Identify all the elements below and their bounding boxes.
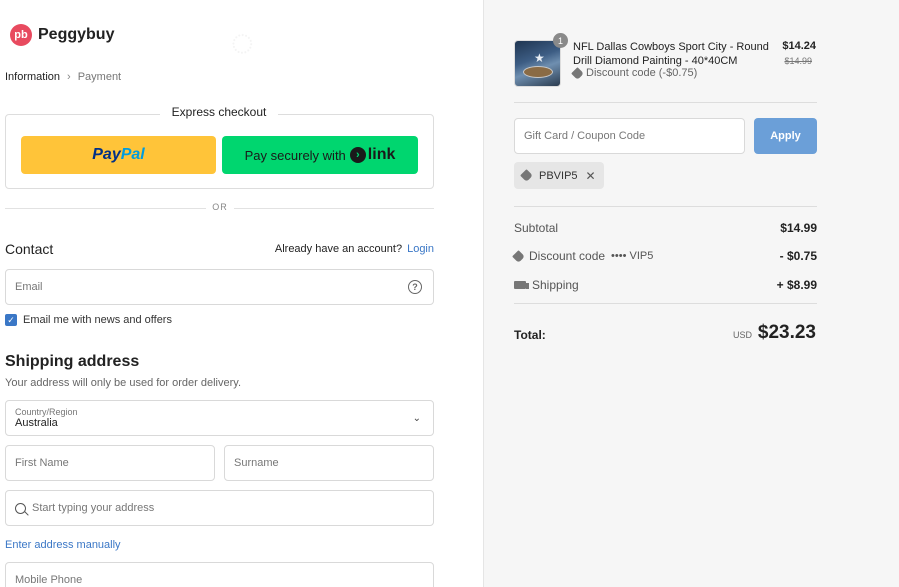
applied-coupon-chip: PBVIP5 ✕	[514, 162, 604, 189]
chevron-down-icon: ⌄	[412, 413, 421, 424]
country-value: Australia	[15, 417, 58, 429]
shipping-label: Shipping	[532, 278, 579, 292]
breadcrumb: Information › Payment	[5, 71, 121, 83]
surname-placeholder: Surname	[234, 457, 279, 469]
email-placeholder: Email	[15, 281, 43, 293]
mobile-phone-placeholder: Mobile Phone	[15, 574, 83, 586]
brand-logo[interactable]: pb Peggybuy	[10, 24, 114, 46]
newsletter-label: Email me with news and offers	[23, 314, 172, 326]
link-logo: › link	[349, 146, 396, 164]
address-search-field[interactable]: Start typing your address	[5, 490, 434, 526]
truck-icon	[514, 281, 529, 289]
price-original: $14.99	[784, 56, 812, 66]
brand-name: Peggybuy	[38, 26, 115, 43]
total-currency: USD	[732, 330, 752, 340]
or-divider-label: OR	[206, 202, 234, 212]
tag-icon	[520, 169, 533, 182]
checkout-form-panel: pb Peggybuy Information › Payment Expres…	[0, 0, 483, 587]
paypal-logo-part2: Pal	[120, 146, 145, 163]
link-pay-label: Pay securely with	[244, 147, 346, 163]
account-prompt: Already have an account?	[274, 243, 403, 255]
divider	[514, 102, 817, 103]
discount-label-group: Discount code •••• VIP5	[512, 249, 654, 263]
link-arrow-icon: ›	[349, 147, 366, 163]
quantity-badge: 1	[553, 33, 568, 48]
close-icon[interactable]: ✕	[586, 169, 596, 183]
surname-field[interactable]: Surname	[224, 445, 434, 481]
country-select[interactable]: Country/Region Australia ⌄	[5, 400, 434, 436]
paypal-logo-part1: Pay	[92, 146, 121, 163]
address-placeholder: Start typing your address	[32, 502, 155, 514]
first-name-placeholder: First Name	[15, 457, 69, 469]
chevron-right-icon: ›	[67, 71, 71, 83]
contact-heading: Contact	[5, 241, 54, 257]
shipping-heading: Shipping address	[5, 353, 140, 370]
discount-value: - $0.75	[779, 249, 817, 263]
watermark-decor: ◌	[223, 17, 264, 68]
divider	[514, 206, 817, 207]
subtotal-label: Subtotal	[514, 221, 559, 235]
link-logo-word: link	[367, 146, 396, 163]
brand-logo-icon: pb	[10, 24, 32, 46]
mobile-phone-field[interactable]: Mobile Phone	[5, 562, 434, 587]
account-prompt-row: Already have an account? Login	[275, 243, 434, 255]
total-label: Total:	[514, 328, 546, 342]
shipping-row: Shipping + $8.99	[514, 278, 817, 292]
apply-coupon-button[interactable]: Apply	[754, 118, 817, 154]
subtotal-row: Subtotal $14.99	[514, 221, 817, 235]
coupon-code-input[interactable]: Gift Card / Coupon Code	[514, 118, 745, 154]
subtotal-value: $14.99	[780, 221, 817, 235]
divider	[514, 303, 817, 304]
newsletter-checkbox-row[interactable]: ✓ Email me with news and offers	[5, 314, 172, 326]
breadcrumb-payment: Payment	[77, 71, 122, 83]
thumbnail-stadium-shape	[523, 66, 553, 78]
product-thumbnail: ★	[514, 40, 561, 87]
country-label: Country/Region	[15, 407, 78, 417]
tag-icon	[571, 66, 584, 80]
order-summary-panel: ★ 1 NFL Dallas Cowboys Sport City - Roun…	[483, 0, 899, 587]
help-circle-icon[interactable]: ?	[408, 280, 422, 294]
product-discount: Discount code (-$0.75)	[571, 66, 698, 80]
discount-label: Discount code	[529, 249, 606, 263]
newsletter-checkbox[interactable]: ✓	[5, 314, 17, 326]
product-name: NFL Dallas Cowboys Sport City - Round Dr…	[573, 41, 769, 67]
total-value: $23.23	[757, 322, 816, 343]
price-current: $14.24	[782, 40, 816, 52]
shipping-subtitle: Your address will only be used for order…	[5, 377, 242, 389]
tag-icon	[512, 249, 525, 263]
link-pay-button[interactable]: Pay securely with › link	[222, 136, 418, 174]
shipping-label-group: Shipping	[514, 278, 579, 292]
discount-row: Discount code •••• VIP5 - $0.75	[512, 249, 817, 263]
first-name-field[interactable]: First Name	[5, 445, 215, 481]
product-discount-label: Discount code (-$0.75)	[586, 67, 698, 79]
login-link[interactable]: Login	[407, 243, 434, 255]
email-field[interactable]: Email ?	[5, 269, 434, 305]
breadcrumb-information[interactable]: Information	[5, 71, 60, 83]
applied-coupon-code: PBVIP5	[539, 169, 578, 182]
star-icon: ★	[534, 51, 545, 65]
shipping-value: + $8.99	[776, 278, 817, 292]
enter-address-manually-link[interactable]: Enter address manually	[5, 539, 121, 551]
paypal-button[interactable]: Pay Pal	[21, 136, 216, 174]
coupon-code-placeholder: Gift Card / Coupon Code	[524, 130, 646, 142]
express-checkout-title: Express checkout	[160, 105, 278, 119]
discount-code-masked: •••• VIP5	[611, 250, 654, 262]
search-icon	[15, 502, 26, 514]
